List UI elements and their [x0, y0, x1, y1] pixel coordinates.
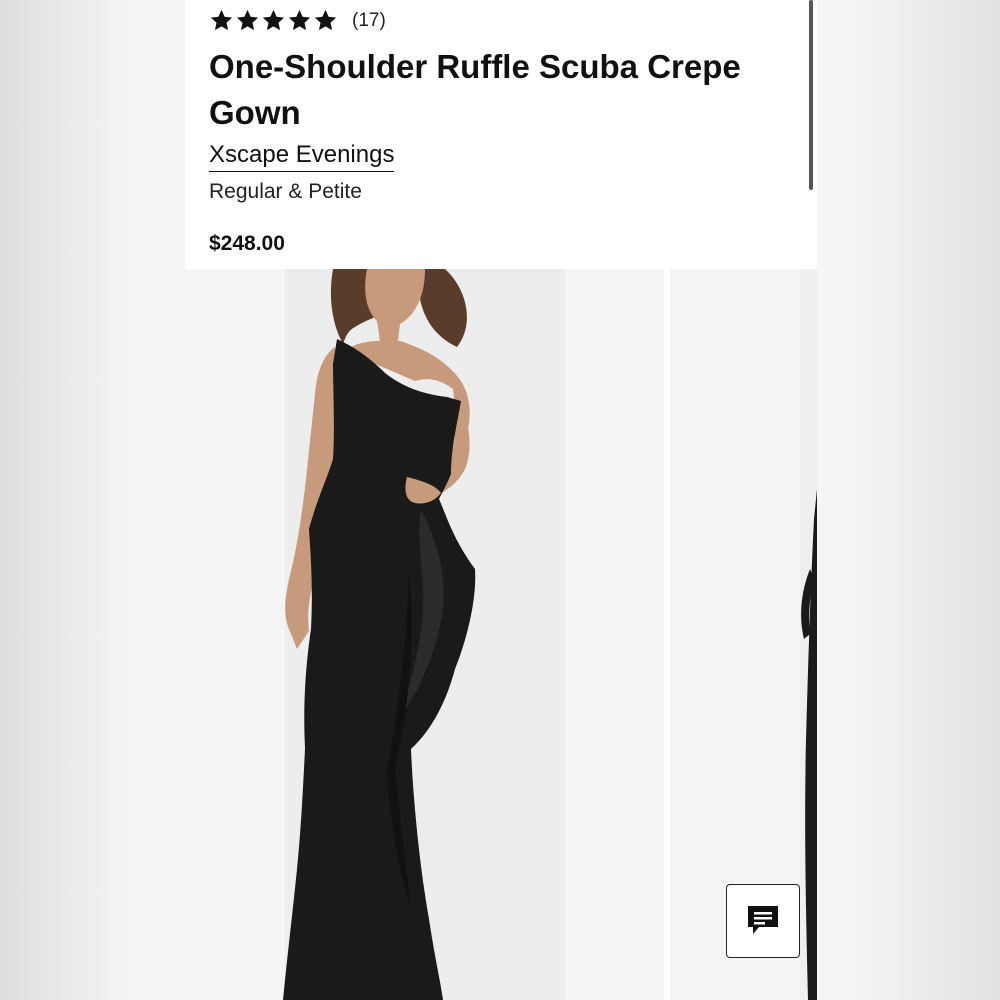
star-rating: [209, 8, 338, 33]
image-gallery[interactable]: [185, 269, 817, 1000]
star-icon: [314, 9, 337, 31]
model-photo: [283, 269, 476, 1000]
product-image-main[interactable]: [185, 269, 664, 1000]
star-icon: [236, 9, 259, 31]
fit-options: Regular & Petite: [209, 180, 362, 203]
rating-row[interactable]: (17): [209, 8, 386, 33]
star-icon: [210, 9, 233, 31]
review-count[interactable]: (17): [352, 10, 386, 32]
scrollbar[interactable]: [809, 0, 813, 190]
product-page: (17) One-Shoulder Ruffle Scuba Crepe Gow…: [185, 0, 817, 1000]
product-price: $248.00: [209, 232, 285, 255]
product-title: One-Shoulder Ruffle Scuba Crepe Gown: [209, 48, 741, 131]
chat-icon: [748, 906, 778, 934]
star-icon: [262, 9, 285, 31]
chat-button[interactable]: [726, 884, 800, 958]
brand-link[interactable]: Xscape Evenings: [209, 141, 395, 172]
star-icon: [288, 9, 311, 31]
